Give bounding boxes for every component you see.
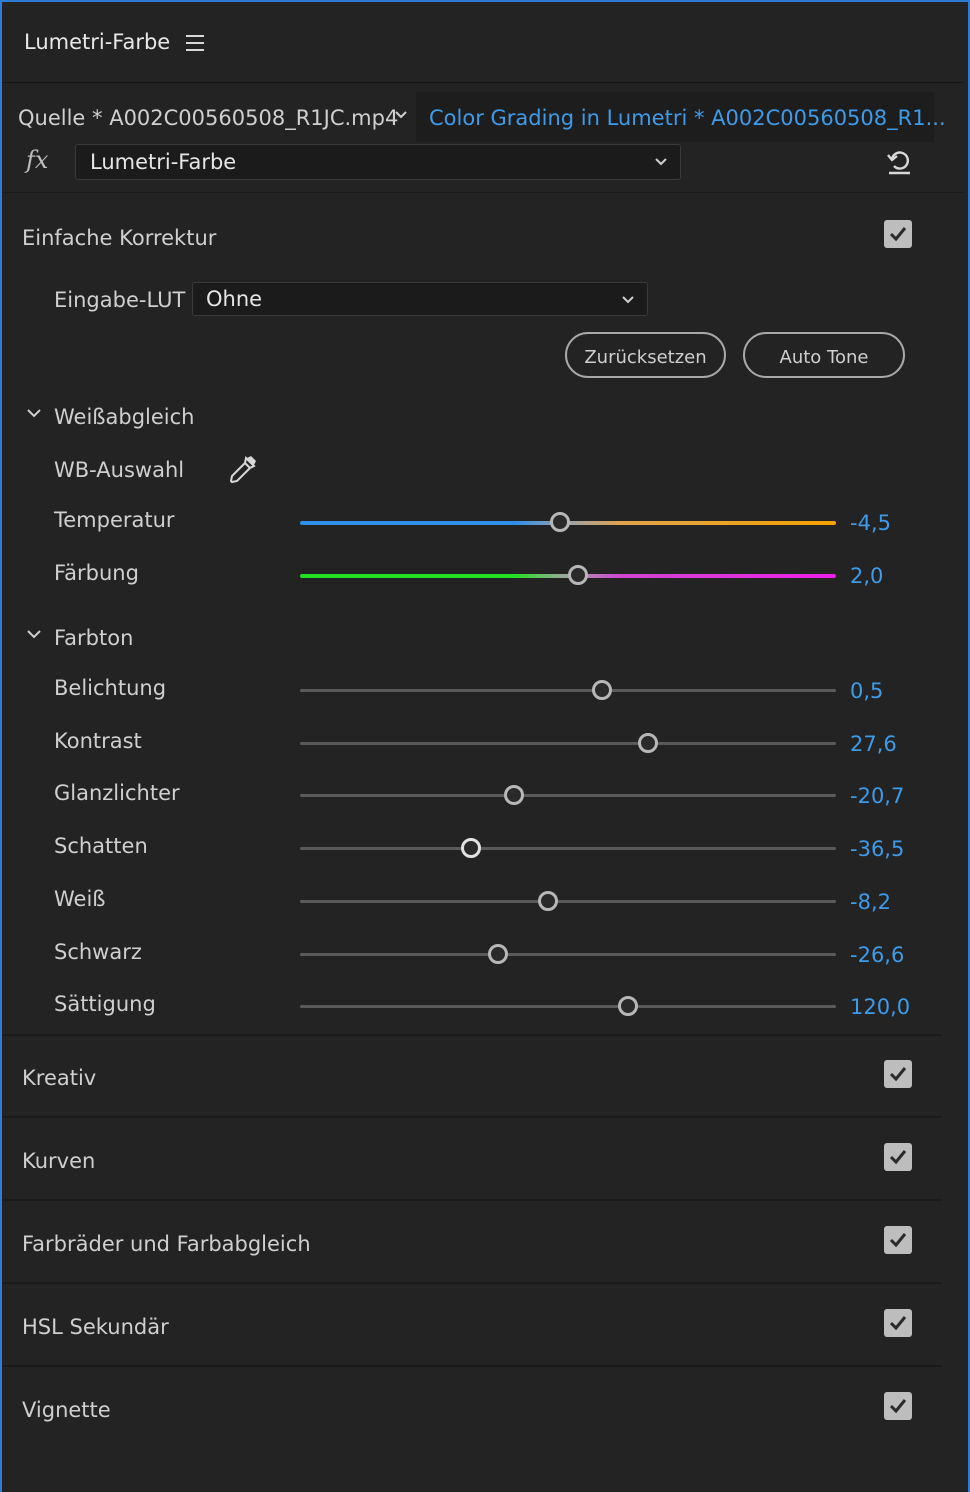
section-divider xyxy=(2,1365,942,1367)
slider-track-kontrast[interactable] xyxy=(300,741,836,745)
reset-button[interactable]: Zurücksetzen xyxy=(565,332,726,378)
panel-menu-icon[interactable] xyxy=(186,35,204,51)
input-lut-label: Eingabe-LUT xyxy=(54,288,186,312)
section-title-kreativ[interactable]: Kreativ xyxy=(22,1066,96,1090)
slider-label-weiß: Weiß xyxy=(54,886,106,911)
effect-dropdown-value: Lumetri-Farbe xyxy=(90,150,237,174)
slider-value-belichtung[interactable]: 0,5 xyxy=(850,679,883,703)
source-clip-label[interactable]: Quelle * A002C00560508_R1JC.mp4 xyxy=(18,106,398,130)
chevron-down-icon[interactable] xyxy=(26,405,42,421)
source-selector-row: Quelle * A002C00560508_R1JC.mp4 Color Gr… xyxy=(2,92,946,144)
sequence-clip-label[interactable]: Color Grading in Lumetri * A002C00560508… xyxy=(429,106,946,130)
slider-label-temperatur: Temperatur xyxy=(54,508,175,532)
white-balance-title[interactable]: Weißabgleich xyxy=(54,405,195,429)
checkmark-icon xyxy=(889,1150,907,1165)
section-divider xyxy=(2,1034,942,1036)
chevron-down-icon[interactable] xyxy=(26,626,42,642)
slider-label-schatten: Schatten xyxy=(54,834,148,859)
slider-track-schwarz[interactable] xyxy=(300,952,836,956)
checkmark-icon xyxy=(889,1067,907,1082)
basic-correction-title[interactable]: Einfache Korrektur xyxy=(22,226,216,250)
slider-value-schwarz[interactable]: -26,6 xyxy=(850,943,904,967)
chevron-down-icon[interactable] xyxy=(394,108,408,122)
section-checkbox[interactable] xyxy=(884,1226,912,1254)
slider-label-schwarz: Schwarz xyxy=(54,939,142,964)
slider-label-sättigung: Sättigung xyxy=(54,992,156,1017)
slider-handle-schwarz[interactable] xyxy=(487,943,508,964)
wb-picker-label: WB-Auswahl xyxy=(54,458,185,482)
section-title-hsl-sekundär[interactable]: HSL Sekundär xyxy=(22,1315,169,1339)
slider-value-glanzlichter[interactable]: -20,7 xyxy=(850,784,904,808)
section-checkbox[interactable] xyxy=(884,1143,912,1171)
section-divider xyxy=(2,1116,942,1118)
slider-label-belichtung: Belichtung xyxy=(54,676,167,700)
slider-track-schatten[interactable] xyxy=(300,847,836,851)
section-checkbox[interactable] xyxy=(884,1392,912,1420)
lumetri-panel xyxy=(0,0,970,1492)
section-title-vignette[interactable]: Vignette xyxy=(22,1398,111,1422)
slider-handle-kontrast[interactable] xyxy=(637,732,658,753)
checkmark-icon xyxy=(889,227,907,242)
auto-tone-button[interactable]: Auto Tone xyxy=(743,332,905,378)
reset-effect-icon[interactable] xyxy=(884,146,914,176)
slider-handle-weiß[interactable] xyxy=(538,890,559,911)
slider-track-weiß[interactable] xyxy=(300,899,836,903)
slider-value-kontrast[interactable]: 27,6 xyxy=(850,732,897,756)
slider-handle-temperatur[interactable] xyxy=(549,512,570,532)
slider-value-temperatur[interactable]: -4,5 xyxy=(850,511,891,535)
chevron-down-icon xyxy=(655,158,667,166)
input-lut-value: Ohne xyxy=(206,287,263,311)
effect-row: fx Lumetri-Farbe xyxy=(2,140,964,193)
slider-track-sättigung[interactable] xyxy=(300,1005,836,1009)
chevron-down-icon xyxy=(622,296,634,304)
basic-correction-checkbox[interactable] xyxy=(884,220,912,248)
section-divider xyxy=(2,1282,942,1284)
slider-label-glanzlichter: Glanzlichter xyxy=(54,781,180,806)
eyedropper-icon[interactable] xyxy=(224,454,258,488)
tone-title[interactable]: Farbton xyxy=(54,626,133,650)
slider-handle-schatten[interactable] xyxy=(460,838,481,859)
panel-title: Lumetri-Farbe xyxy=(24,30,171,54)
slider-value-weiß[interactable]: -8,2 xyxy=(850,890,891,914)
checkmark-icon xyxy=(889,1399,907,1414)
section-checkbox[interactable] xyxy=(884,1060,912,1088)
panel-header: Lumetri-Farbe xyxy=(2,2,964,83)
effect-dropdown[interactable]: Lumetri-Farbe xyxy=(75,144,681,180)
input-lut-dropdown[interactable]: Ohne xyxy=(192,282,648,316)
slider-value-sättigung[interactable]: 120,0 xyxy=(850,995,910,1019)
slider-track-belichtung[interactable] xyxy=(300,689,836,692)
checkmark-icon xyxy=(889,1316,907,1331)
slider-label-färbung: Färbung xyxy=(54,561,139,585)
slider-label-kontrast: Kontrast xyxy=(54,728,142,753)
checkmark-icon xyxy=(889,1233,907,1248)
slider-value-schatten[interactable]: -36,5 xyxy=(850,837,904,861)
slider-track-glanzlichter[interactable] xyxy=(300,794,836,798)
section-checkbox[interactable] xyxy=(884,1309,912,1337)
fx-icon[interactable]: fx xyxy=(26,146,48,174)
section-divider xyxy=(2,1199,942,1201)
section-title-kurven[interactable]: Kurven xyxy=(22,1149,95,1173)
slider-value-färbung[interactable]: 2,0 xyxy=(850,564,883,588)
section-title-farbräder-und-farbabgleich[interactable]: Farbräder und Farbabgleich xyxy=(22,1232,311,1256)
slider-handle-belichtung[interactable] xyxy=(591,680,612,700)
